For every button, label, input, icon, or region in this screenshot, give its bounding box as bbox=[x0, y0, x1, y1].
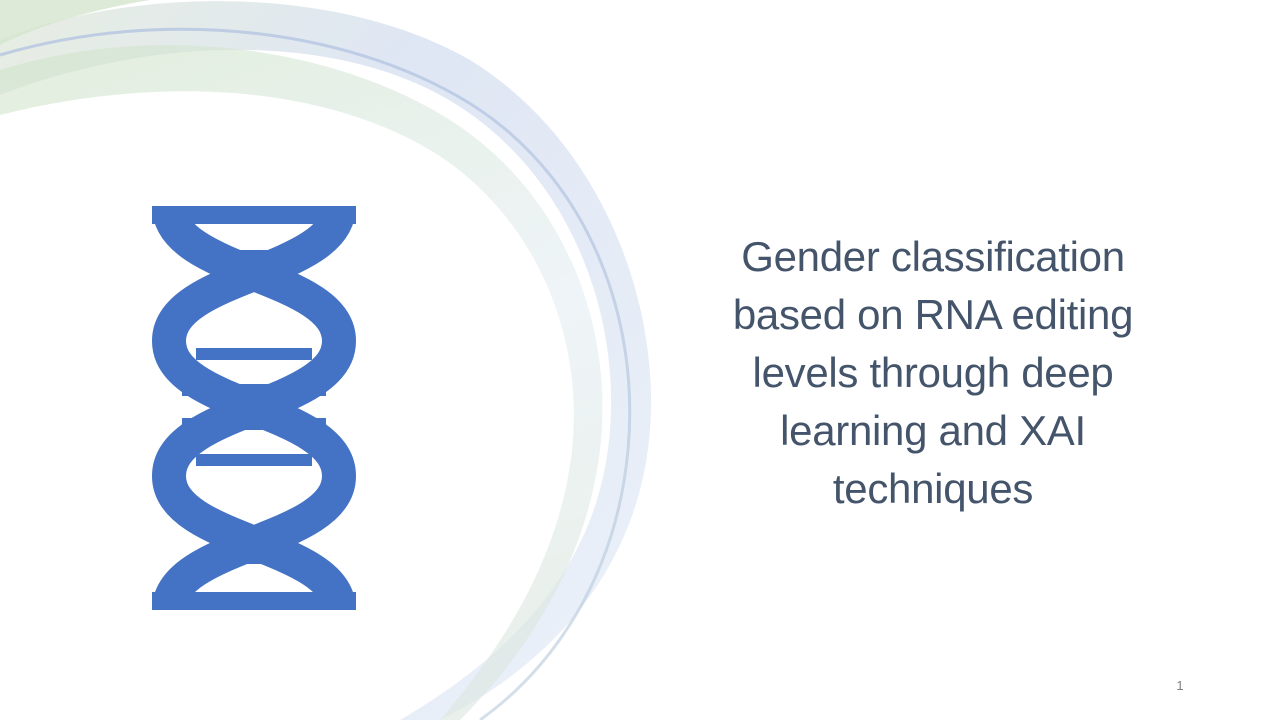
dna-rung-5 bbox=[196, 454, 312, 466]
dna-strand-right bbox=[152, 206, 356, 610]
slide: Gender classification based on RNA editi… bbox=[0, 0, 1280, 720]
slide-title: Gender classification based on RNA editi… bbox=[732, 233, 1134, 512]
dna-rung-6 bbox=[196, 552, 312, 564]
dna-rung-bottom bbox=[152, 592, 356, 610]
dna-rung-1 bbox=[196, 250, 312, 262]
page-number: 1 bbox=[1176, 678, 1184, 693]
title-box: Gender classification based on RNA editi… bbox=[690, 228, 1176, 518]
dna-rung-3 bbox=[182, 384, 326, 396]
dna-rung-top bbox=[152, 206, 356, 224]
dna-rung-4 bbox=[182, 418, 326, 430]
dna-icon bbox=[152, 206, 356, 610]
dna-rung-2 bbox=[196, 348, 312, 360]
